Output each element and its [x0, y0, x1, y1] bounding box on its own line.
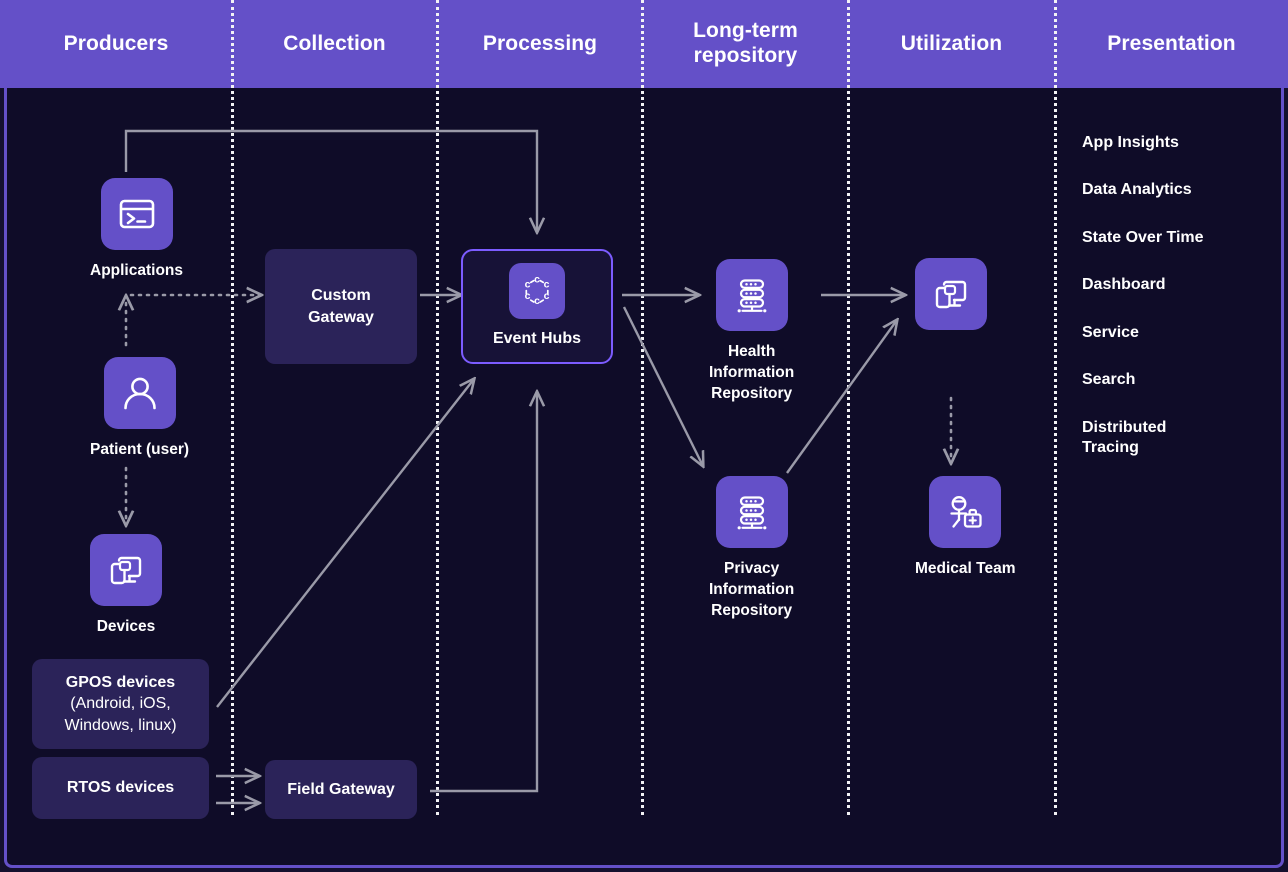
node-label-medical-team: Medical Team — [915, 560, 1016, 577]
column-divider-4 — [847, 0, 850, 815]
database-stack-icon — [715, 476, 788, 548]
svg-text:c: c — [534, 295, 540, 307]
presentation-item-search[interactable]: Search — [1082, 370, 1204, 390]
gpos-devices-detail: (Android, iOS, Windows, linux) — [64, 695, 177, 734]
stage-header-producers: Producers — [63, 31, 169, 55]
stage-header-utilization: Utilization — [900, 31, 1003, 55]
terminal-window-icon — [100, 178, 173, 250]
gpos-devices-title: GPOS devices — [65, 673, 176, 691]
database-stack-icon — [715, 259, 788, 331]
svg-text:c: c — [525, 279, 531, 291]
stage-header-collection: Collection — [283, 31, 386, 55]
devices-icon — [915, 258, 987, 330]
architecture-diagram: Producers Collection Processing Long-ter… — [0, 0, 1288, 872]
node-privacy-information-repository[interactable]: Privacy Information Repository — [709, 476, 794, 622]
devices-icon — [90, 534, 162, 606]
node-health-information-repository[interactable]: Health Information Repository — [709, 259, 794, 405]
column-divider-5 — [1054, 0, 1057, 815]
medical-team-icon — [929, 476, 1002, 548]
box-gpos-devices[interactable]: GPOS devices (Android, iOS, Windows, lin… — [32, 659, 209, 749]
node-label-health-information-repository: Health Information Repository — [709, 343, 795, 402]
presentation-item-state-over-time[interactable]: State Over Time — [1082, 228, 1204, 248]
stage-header-processing: Processing — [482, 31, 598, 55]
stage-header-presentation: Presentation — [1107, 31, 1236, 55]
node-medical-team[interactable]: Medical Team — [915, 476, 1016, 580]
svg-text:c: c — [544, 290, 550, 302]
presentation-item-data-analytics[interactable]: Data Analytics — [1082, 180, 1204, 200]
column-divider-2 — [436, 0, 439, 815]
node-patient[interactable]: Patient (user) — [90, 357, 189, 461]
event-hubs-icon: c c c c c c — [509, 263, 565, 320]
node-label-devices: Devices — [96, 618, 156, 635]
person-icon — [103, 357, 176, 429]
column-divider-1 — [231, 0, 234, 815]
node-event-hubs[interactable]: c c c c c c Event Hubs — [461, 249, 613, 364]
column-divider-3 — [641, 0, 644, 815]
presentation-item-dashboard[interactable]: Dashboard — [1082, 275, 1204, 295]
stage-header-band: Producers Collection Processing Long-ter… — [0, 0, 1288, 88]
node-label-patient: Patient (user) — [90, 441, 190, 458]
presentation-item-app-insights[interactable]: App Insights — [1082, 133, 1204, 153]
presentation-list: App Insights Data Analytics State Over T… — [1082, 133, 1204, 486]
node-applications[interactable]: Applications — [90, 178, 183, 282]
svg-text:c: c — [544, 279, 550, 291]
svg-text:c: c — [534, 274, 540, 286]
node-utilization-devices[interactable] — [915, 258, 987, 330]
box-field-gateway[interactable]: Field Gateway — [265, 760, 417, 819]
node-label-applications: Applications — [90, 262, 184, 279]
box-custom-gateway[interactable]: Custom Gateway — [265, 249, 417, 364]
node-devices[interactable]: Devices — [90, 534, 162, 638]
node-label-event-hubs: Event Hubs — [492, 330, 581, 348]
presentation-item-distributed-tracing[interactable]: Distributed Tracing — [1082, 418, 1204, 459]
presentation-item-service[interactable]: Service — [1082, 323, 1204, 343]
stage-header-long-term-repository: Long-term repository — [693, 19, 798, 67]
node-label-privacy-information-repository: Privacy Information Repository — [709, 560, 795, 619]
box-rtos-devices[interactable]: RTOS devices — [32, 757, 209, 819]
